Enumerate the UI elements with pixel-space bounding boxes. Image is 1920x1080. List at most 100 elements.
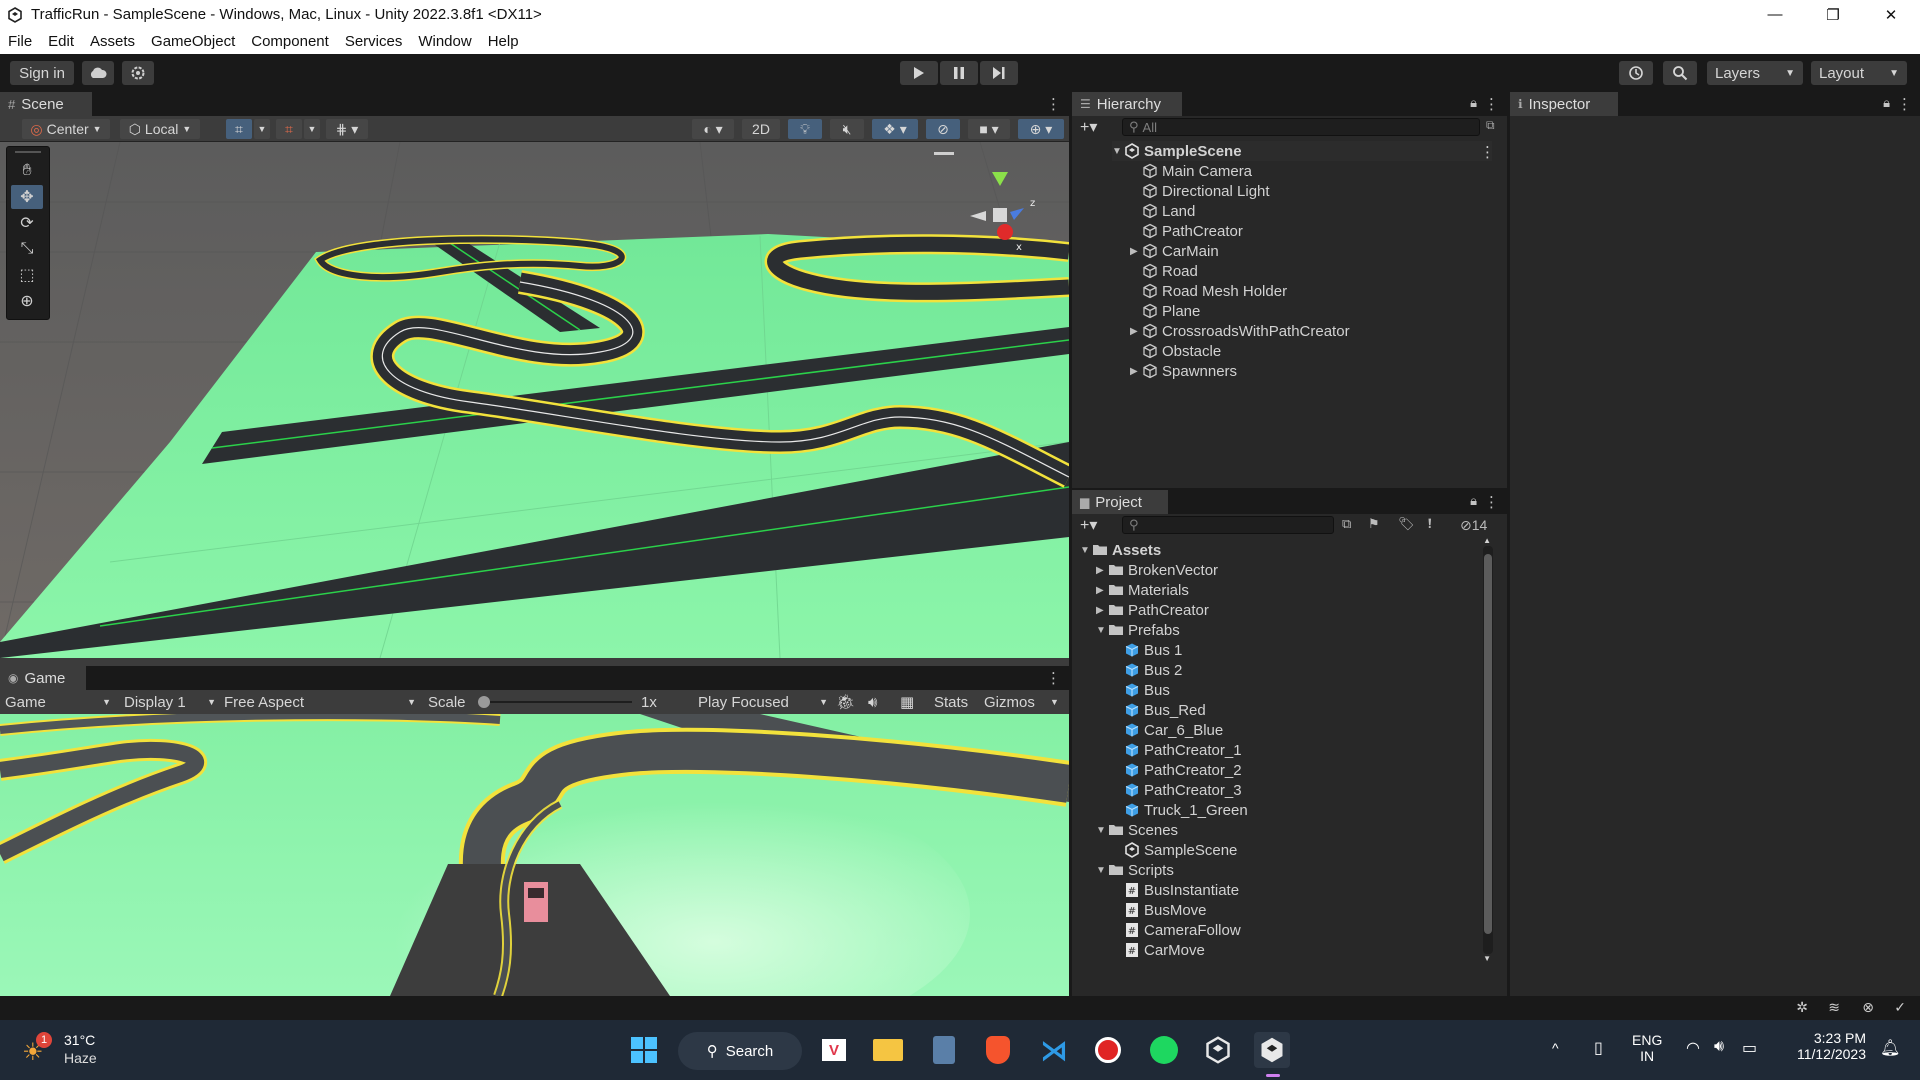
lock-icon[interactable]: 🔒︎ — [1883, 95, 1890, 111]
chevron-down-icon[interactable]: ▼ — [1096, 625, 1108, 636]
volume-icon[interactable]: 🔊︎ — [1714, 1038, 1724, 1056]
gizmos-dropdown[interactable]: ⊕ ▾ — [1018, 119, 1064, 139]
step-button[interactable] — [980, 61, 1018, 85]
tab-game[interactable]: ◉ Game — [0, 666, 86, 690]
project-item[interactable]: # BusInstantiate — [1112, 880, 1239, 900]
palette-grip[interactable] — [15, 151, 41, 157]
more-options-icon[interactable]: ⋮ — [1046, 95, 1061, 113]
rotate-tool-button[interactable]: ⟳ — [11, 211, 43, 235]
grid-snap-dropdown[interactable]: ▼ — [254, 119, 270, 139]
battery-icon[interactable]: ▭ — [1742, 1038, 1757, 1058]
network-icon[interactable]: ⊗ — [1862, 999, 1874, 1016]
language-indicator[interactable]: ENG IN — [1632, 1032, 1662, 1064]
scale-slider[interactable] — [478, 693, 632, 711]
chevron-down-icon[interactable]: ▼ — [1096, 865, 1108, 876]
menu-gameobject[interactable]: GameObject — [143, 33, 243, 50]
project-item[interactable]: Car_6_Blue — [1112, 720, 1223, 740]
chevron-up-icon[interactable]: ^ — [1552, 1040, 1559, 1056]
search-button[interactable] — [1663, 61, 1697, 85]
project-item[interactable]: # BusMove — [1112, 900, 1207, 920]
move-tool-button[interactable]: ✥ — [11, 185, 43, 209]
increment-snap-dropdown[interactable]: ▼ — [304, 119, 320, 139]
taskbar-app-unity-editor[interactable] — [1254, 1032, 1290, 1068]
mode-2d-toggle[interactable]: 2D — [742, 119, 780, 139]
more-options-icon[interactable]: ⋮ — [1484, 493, 1499, 511]
tab-inspector[interactable]: ℹ Inspector — [1510, 92, 1618, 116]
chevron-right-icon[interactable]: ▶ — [1096, 605, 1108, 616]
pause-button[interactable] — [940, 61, 978, 85]
shading-mode-dropdown[interactable]: ◐ ▾ — [692, 119, 734, 139]
scene-viewport[interactable]: z x ✋︎ ✥ ⟳ ⤡ ⬚ ⊕ — [0, 142, 1069, 658]
project-item[interactable]: ▶ BrokenVector — [1096, 560, 1218, 580]
tab-project[interactable]: ▆ Project — [1072, 490, 1168, 514]
menu-help[interactable]: Help — [480, 33, 527, 50]
project-item[interactable]: Bus — [1112, 680, 1170, 700]
scroll-down-icon[interactable]: ▼ — [1483, 954, 1491, 963]
hidden-packages-button[interactable]: ⊘14 — [1460, 517, 1487, 534]
project-item[interactable]: PathCreator_3 — [1112, 780, 1242, 800]
project-item[interactable]: PathCreator_2 — [1112, 760, 1242, 780]
project-item[interactable]: ▶ PathCreator — [1096, 600, 1209, 620]
scroll-up-icon[interactable]: ▲ — [1483, 536, 1491, 545]
chevron-right-icon[interactable]: ▶ — [1130, 246, 1142, 257]
tab-scene[interactable]: # Scene — [0, 92, 92, 116]
hidden-objects-toggle[interactable]: ⊘ — [926, 119, 960, 139]
lighting-toggle[interactable]: 💡︎ — [788, 119, 822, 139]
alert-icon[interactable]: ❗︎ — [1428, 516, 1432, 532]
menu-services[interactable]: Services — [337, 33, 411, 50]
project-item[interactable]: ▼ Scenes — [1096, 820, 1178, 840]
grid-snap-toggle[interactable]: ⌗ — [226, 119, 252, 139]
camera-settings-dropdown[interactable]: ■ ▾ — [968, 119, 1010, 139]
chevron-down-icon[interactable]: ▼ — [1112, 146, 1124, 157]
hierarchy-item[interactable]: Road — [1130, 261, 1198, 281]
cloud-button[interactable] — [82, 61, 114, 85]
lock-icon[interactable]: 🔒︎ — [1470, 493, 1477, 509]
menu-window[interactable]: Window — [410, 33, 479, 50]
check-circle-icon[interactable]: ✓ — [1894, 999, 1906, 1016]
project-item[interactable]: Truck_1_Green — [1112, 800, 1248, 820]
project-item[interactable]: Bus_Red — [1112, 700, 1206, 720]
lock-icon[interactable]: 🔒︎ — [1470, 95, 1477, 111]
menu-edit[interactable]: Edit — [40, 33, 82, 50]
sign-in-button[interactable]: Sign in — [10, 61, 74, 85]
taskbar-app-recorder[interactable] — [1090, 1032, 1126, 1068]
display-dropdown[interactable]: Display 1 ▼ — [124, 693, 216, 711]
hierarchy-item[interactable]: ▶ Spawnners — [1130, 361, 1237, 381]
aspect-dropdown[interactable]: Free Aspect ▼ — [224, 693, 416, 711]
menu-assets[interactable]: Assets — [82, 33, 143, 50]
transform-tool-button[interactable]: ⊕ — [11, 289, 43, 313]
tab-hierarchy[interactable]: ☰ Hierarchy — [1072, 92, 1182, 116]
add-icon[interactable]: +▾ — [1080, 515, 1097, 535]
rect-tool-button[interactable]: ⬚ — [11, 263, 43, 287]
project-item[interactable]: Bus 2 — [1112, 660, 1182, 680]
project-item[interactable]: # CarMove — [1112, 940, 1205, 960]
layers-stack-icon[interactable]: ≋ — [1828, 999, 1840, 1016]
hierarchy-item[interactable]: ▶ CarMain — [1130, 241, 1219, 261]
audio-icon[interactable]: 🔊︎ — [868, 693, 877, 711]
debug-off-icon[interactable]: ✲ — [1796, 999, 1808, 1016]
taskbar-app-calculator[interactable] — [926, 1032, 962, 1068]
project-item[interactable]: ▼ Scripts — [1096, 860, 1174, 880]
chevron-right-icon[interactable]: ▶ — [1096, 565, 1108, 576]
clock[interactable]: 3:23 PM 11/12/2023 — [1784, 1030, 1866, 1062]
taskbar-app-vscode[interactable]: ⋊ — [1036, 1032, 1072, 1068]
hierarchy-item[interactable]: Obstacle — [1130, 341, 1221, 361]
chevron-right-icon[interactable]: ▶ — [1130, 326, 1142, 337]
usb-icon[interactable]: ▯ — [1594, 1038, 1603, 1058]
taskbar-app-spotify[interactable] — [1146, 1032, 1182, 1068]
increment-snap-toggle[interactable]: ⌗ — [276, 119, 302, 139]
menu-file[interactable]: File — [0, 33, 40, 50]
hierarchy-item[interactable]: Land — [1130, 201, 1195, 221]
effects-dropdown[interactable]: ❖ ▾ — [872, 119, 918, 139]
play-button[interactable] — [900, 61, 938, 85]
hierarchy-item[interactable]: Directional Light — [1130, 181, 1270, 201]
project-item[interactable]: Bus 1 — [1112, 640, 1182, 660]
pivot-center-dropdown[interactable]: ◎ Center ▼ — [22, 119, 110, 139]
more-options-icon[interactable]: ⋮ — [1480, 143, 1495, 161]
project-item[interactable]: PathCreator_1 — [1112, 740, 1242, 760]
chevron-right-icon[interactable]: ▶ — [1130, 366, 1142, 377]
taskbar-app-brave[interactable] — [980, 1032, 1016, 1068]
view-dropdown[interactable]: Game ▼ — [5, 693, 111, 711]
hierarchy-scene-row[interactable]: ▼ SampleScene — [1112, 141, 1492, 161]
slider-thumb[interactable] — [478, 696, 490, 708]
